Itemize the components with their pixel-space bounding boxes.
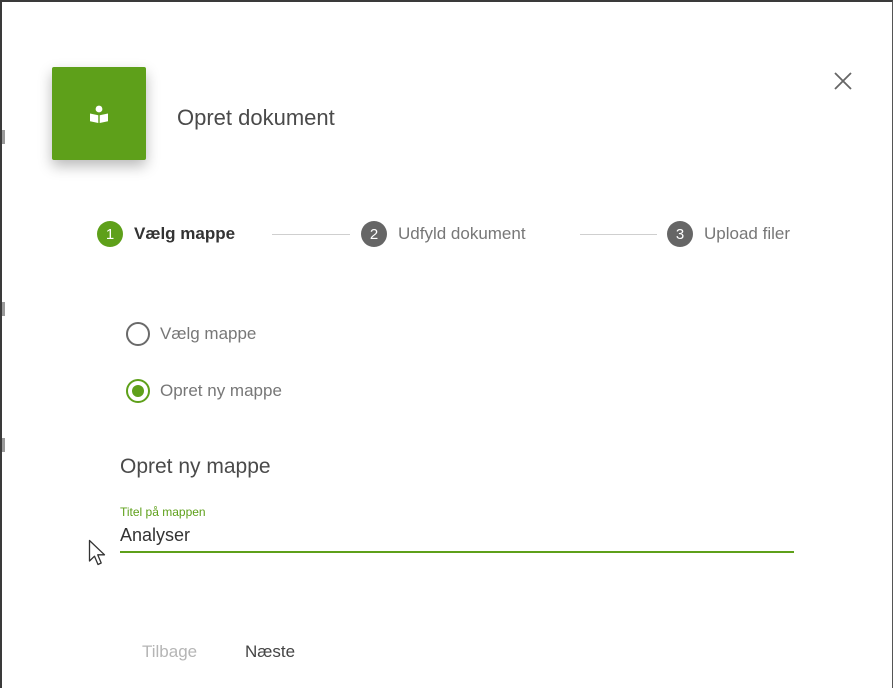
edge-marker: [2, 438, 5, 452]
radio-option-choose-folder[interactable]: Vælg mappe: [126, 322, 256, 346]
edge-marker: [2, 130, 5, 144]
folder-title-field: Titel på mappen: [120, 505, 794, 553]
stepper: 1 Vælg mappe 2 Udfyld dokument 3 Upload …: [97, 221, 827, 251]
back-button[interactable]: Tilbage: [142, 642, 197, 662]
header-icon-box: [52, 67, 146, 160]
document-reader-icon: [90, 105, 108, 123]
close-button[interactable]: [826, 64, 860, 98]
step-2[interactable]: 2 Udfyld dokument: [361, 221, 526, 247]
section-heading: Opret ny mappe: [120, 455, 271, 478]
edge-marker: [2, 302, 5, 316]
radio-label: Opret ny mappe: [160, 381, 282, 400]
step-label: Upload filer: [704, 224, 790, 243]
close-icon: [834, 72, 852, 90]
folder-title-input[interactable]: [120, 521, 794, 553]
radio-button[interactable]: [126, 379, 150, 403]
step-label: Vælg mappe: [134, 224, 236, 243]
dialog-title: Opret dokument: [177, 105, 335, 130]
next-button[interactable]: Næste: [245, 642, 295, 662]
step-number: 1: [97, 221, 123, 247]
dialog: Opret dokument 1 Vælg mappe 2 Udfyld dok…: [0, 0, 893, 688]
step-number: 2: [361, 221, 387, 247]
step-label: Udfyld dokument: [398, 224, 526, 243]
step-1[interactable]: 1 Vælg mappe: [97, 221, 235, 247]
step-3[interactable]: 3 Upload filer: [667, 221, 790, 247]
radio-label: Vælg mappe: [160, 324, 257, 343]
radio-button[interactable]: [126, 322, 150, 346]
step-connector: [272, 234, 350, 235]
step-number: 3: [667, 221, 693, 247]
step-connector: [580, 234, 657, 235]
field-label: Titel på mappen: [120, 505, 206, 519]
mouse-pointer-icon: [88, 539, 106, 566]
radio-option-create-folder[interactable]: Opret ny mappe: [126, 379, 282, 403]
